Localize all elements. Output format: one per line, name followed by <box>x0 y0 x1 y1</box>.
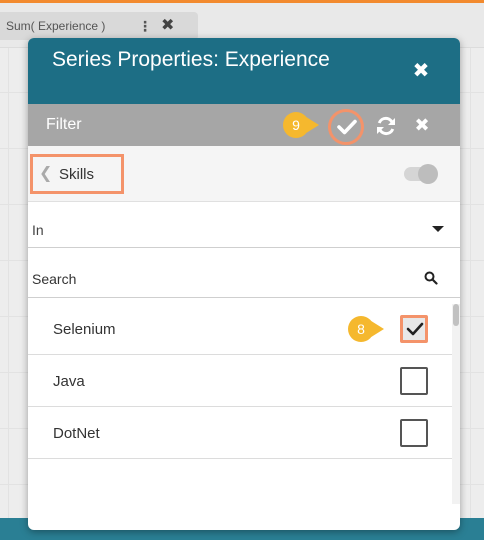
refresh-button[interactable] <box>375 115 397 137</box>
skills-label: Skills <box>59 166 95 183</box>
caret-down-icon <box>432 226 444 232</box>
apply-filter-button[interactable] <box>328 109 364 145</box>
panel-title: Series Properties: Experience <box>52 48 330 71</box>
kebab-icon[interactable]: ⋮ <box>138 12 152 40</box>
item-checkbox[interactable] <box>400 419 428 447</box>
step-callout-8: 8 <box>348 316 388 342</box>
chevron-left-icon: ❮ <box>39 165 53 182</box>
list-item[interactable]: DotNet <box>28 408 452 459</box>
close-icon[interactable]: ✖ <box>408 58 434 84</box>
item-checkbox[interactable] <box>400 367 428 395</box>
operator-value: In <box>32 222 44 238</box>
filter-label: Filter <box>46 116 82 133</box>
search-icon[interactable] <box>424 271 438 285</box>
close-icon[interactable]: ✖ <box>161 12 174 40</box>
checkmark-icon <box>406 322 424 336</box>
list-item[interactable]: Java <box>28 356 452 407</box>
search-input[interactable] <box>32 268 412 290</box>
background-tab-label: Sum( Experience ) <box>6 19 106 33</box>
toggle-switch[interactable] <box>404 164 438 184</box>
panel-header: Series Properties: Experience ✖ <box>28 38 460 104</box>
scrollbar-track[interactable] <box>452 304 460 504</box>
checkmark-icon <box>337 119 357 135</box>
refresh-icon <box>377 116 395 136</box>
skills-back-button[interactable]: ❮ Skills <box>30 154 124 194</box>
scrollbar-thumb[interactable] <box>453 304 459 326</box>
close-icon[interactable]: ✖ <box>411 113 433 137</box>
toggle-knob <box>418 164 438 184</box>
background-chart-tab[interactable]: Sum( Experience ) ⋮ ✖ <box>0 12 198 40</box>
skills-row: ❮ Skills <box>28 146 460 202</box>
search-row <box>28 260 460 298</box>
list-item[interactable]: Selenium 8 <box>28 304 452 355</box>
operator-select[interactable]: In <box>28 210 460 248</box>
item-label: Selenium <box>53 321 116 338</box>
series-properties-panel: Series Properties: Experience ✖ Filter 9… <box>28 38 460 530</box>
item-checkbox[interactable] <box>400 315 428 343</box>
item-label: DotNet <box>53 425 100 442</box>
skills-list: Selenium 8 Java DotNet <box>28 304 452 530</box>
filter-bar: Filter 9 ✖ <box>28 104 460 146</box>
item-label: Java <box>53 373 85 390</box>
step-callout-9: 9 <box>283 112 323 138</box>
